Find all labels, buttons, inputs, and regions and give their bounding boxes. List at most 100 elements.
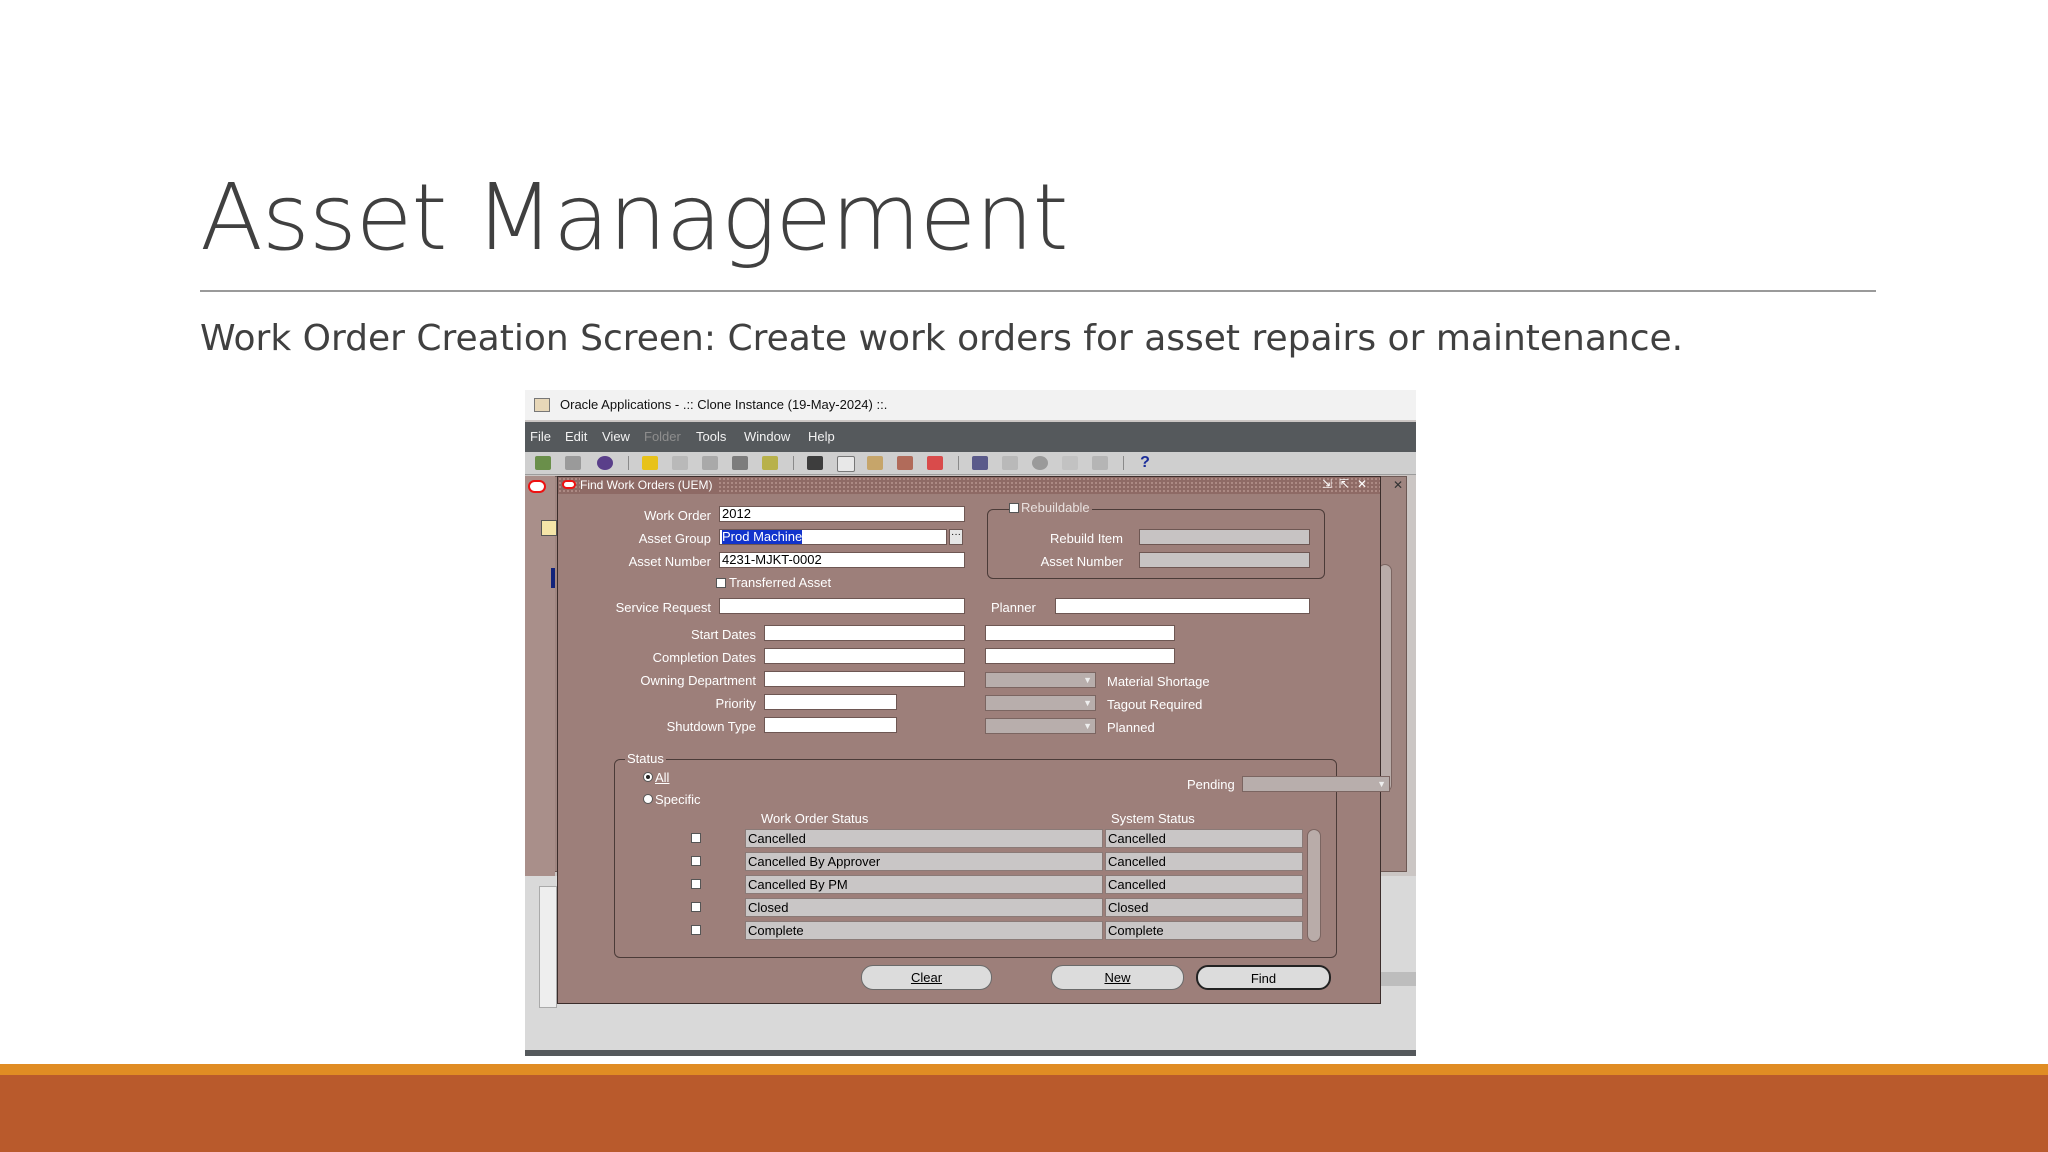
system-status-cell[interactable]: Complete	[1105, 921, 1303, 940]
planner-label: Planner	[991, 600, 1036, 615]
menu-help[interactable]: Help	[808, 429, 835, 444]
print-icon[interactable]	[732, 456, 748, 470]
start-dates-label: Start Dates	[690, 627, 756, 642]
row-select-checkbox[interactable]	[691, 833, 701, 843]
planner-field[interactable]	[1055, 598, 1310, 614]
row-select-checkbox[interactable]	[691, 879, 701, 889]
system-status-cell[interactable]: Cancelled	[1105, 829, 1303, 848]
completion-date-from-field[interactable]	[764, 648, 965, 664]
menu-window[interactable]: Window	[744, 429, 790, 444]
delete-record-icon[interactable]	[927, 456, 943, 470]
owning-department-field[interactable]	[764, 671, 965, 687]
priority-field[interactable]	[764, 694, 897, 710]
help-icon[interactable]: ?	[1137, 455, 1153, 471]
shutdown-type-label: Shutdown Type	[666, 719, 756, 734]
clear-record-icon[interactable]	[897, 456, 913, 470]
folder-tools-icon[interactable]	[1032, 456, 1048, 470]
toolbar: ?	[525, 452, 1416, 475]
completion-dates-label: Completion Dates	[652, 650, 756, 665]
close-icon[interactable]: ✕	[1357, 477, 1367, 491]
next-step-icon[interactable]	[702, 456, 718, 470]
menu-folder: Folder	[644, 429, 681, 444]
owning-department-label: Owning Department	[640, 673, 756, 688]
material-shortage-select[interactable]: ▼	[985, 672, 1096, 688]
work-order-status-cell[interactable]: Complete	[745, 921, 1103, 940]
asset-number-field[interactable]: 4231-MJKT-0002	[719, 552, 965, 568]
attachments-icon[interactable]	[1002, 456, 1018, 470]
work-order-status-cell[interactable]: Cancelled By Approver	[745, 852, 1103, 871]
minimize-icon[interactable]: ⇲	[1322, 477, 1332, 491]
close-form-icon[interactable]	[762, 456, 778, 470]
asset-group-label: Asset Group	[638, 531, 711, 546]
rebuild-item-field	[1139, 529, 1310, 545]
new-record-icon[interactable]	[535, 456, 551, 470]
transferred-asset-label: Transferred Asset	[729, 575, 832, 590]
status-specific-radio[interactable]	[643, 794, 653, 804]
oracle-app-window: Oracle Applications - .:: Clone Instance…	[525, 390, 1416, 1056]
work-order-status-cell[interactable]: Cancelled	[745, 829, 1103, 848]
pending-label: Pending	[1187, 777, 1235, 792]
rebuild-item-label: Rebuild Item	[1050, 531, 1123, 546]
work-order-status-cell[interactable]: Cancelled By PM	[745, 875, 1103, 894]
slide-subtitle: Work Order Creation Screen: Create work …	[200, 318, 1684, 359]
translations-icon[interactable]	[1092, 456, 1108, 470]
rebuild-asset-number-label: Asset Number	[1040, 554, 1123, 569]
background-close-icon[interactable]: ✕	[1393, 478, 1411, 492]
status-all-radio[interactable]	[643, 772, 653, 782]
paste-icon[interactable]	[867, 456, 883, 470]
footer-accent-stripe	[0, 1064, 2048, 1075]
system-status-cell[interactable]: Closed	[1105, 898, 1303, 917]
navigate-icon[interactable]	[565, 456, 581, 470]
menu-view[interactable]: View	[602, 429, 630, 444]
slide-title: Asset Management	[200, 164, 1069, 271]
status-table-scrollbar[interactable]	[1307, 829, 1321, 942]
system-status-cell[interactable]: Cancelled	[1105, 875, 1303, 894]
work-order-status-cell[interactable]: Closed	[745, 898, 1103, 917]
row-select-checkbox[interactable]	[691, 925, 701, 935]
find-work-orders-dialog: Find Work Orders (UEM) ⇲ ⇱ ✕ Work Order …	[557, 476, 1390, 1004]
planned-select[interactable]: ▼	[985, 718, 1096, 734]
menu-edit[interactable]: Edit	[565, 429, 587, 444]
copy-icon[interactable]	[837, 456, 855, 472]
priority-label: Priority	[715, 696, 756, 711]
list-of-values-icon[interactable]: ···	[949, 529, 963, 545]
menu-file[interactable]: File	[530, 429, 551, 444]
asset-number-label: Asset Number	[628, 554, 711, 569]
start-date-from-field[interactable]	[764, 625, 965, 641]
find-button[interactable]: Find	[1196, 965, 1331, 990]
paperclip-icon[interactable]	[1062, 456, 1078, 470]
background-form-icon	[541, 520, 557, 536]
completion-date-to-field[interactable]	[985, 648, 1175, 664]
shutdown-type-field[interactable]	[764, 717, 897, 733]
pending-select[interactable]: ▼	[1242, 776, 1390, 792]
work-order-field[interactable]: 2012	[719, 506, 965, 522]
asset-group-field[interactable]: Prod Machine	[719, 529, 947, 545]
dialog-titlebar: Find Work Orders (UEM) ⇲ ⇱ ✕	[558, 477, 1380, 494]
row-select-checkbox[interactable]	[691, 856, 701, 866]
transferred-asset-checkbox[interactable]	[716, 578, 726, 588]
clear-button[interactable]: Clear	[861, 965, 992, 990]
rebuild-asset-number-field	[1139, 552, 1310, 568]
window-titlebar: Oracle Applications - .:: Clone Instance…	[525, 390, 1416, 420]
menu-tools[interactable]: Tools	[696, 429, 726, 444]
window-bottom-edge	[525, 1050, 1416, 1056]
edit-field-icon[interactable]	[972, 456, 988, 470]
rebuildable-label: Rebuildable	[1019, 500, 1092, 515]
open-folder-icon[interactable]	[642, 456, 658, 470]
menu-bar: File Edit View Folder Tools Window Help	[525, 422, 1416, 452]
background-focus-marker	[551, 568, 555, 588]
status-all-label: All	[655, 770, 670, 785]
maximize-icon[interactable]: ⇱	[1339, 477, 1349, 491]
service-request-field[interactable]	[719, 598, 965, 614]
row-select-checkbox[interactable]	[691, 902, 701, 912]
footer-band	[0, 1075, 2048, 1152]
new-button[interactable]: New	[1051, 965, 1184, 990]
start-date-to-field[interactable]	[985, 625, 1175, 641]
rebuildable-checkbox[interactable]	[1009, 503, 1019, 513]
zoom-icon[interactable]	[597, 456, 613, 470]
cut-icon[interactable]	[807, 456, 823, 470]
tagout-required-select[interactable]: ▼	[985, 695, 1096, 711]
save-icon[interactable]	[672, 456, 688, 470]
status-specific-label: Specific	[655, 792, 701, 807]
system-status-cell[interactable]: Cancelled	[1105, 852, 1303, 871]
